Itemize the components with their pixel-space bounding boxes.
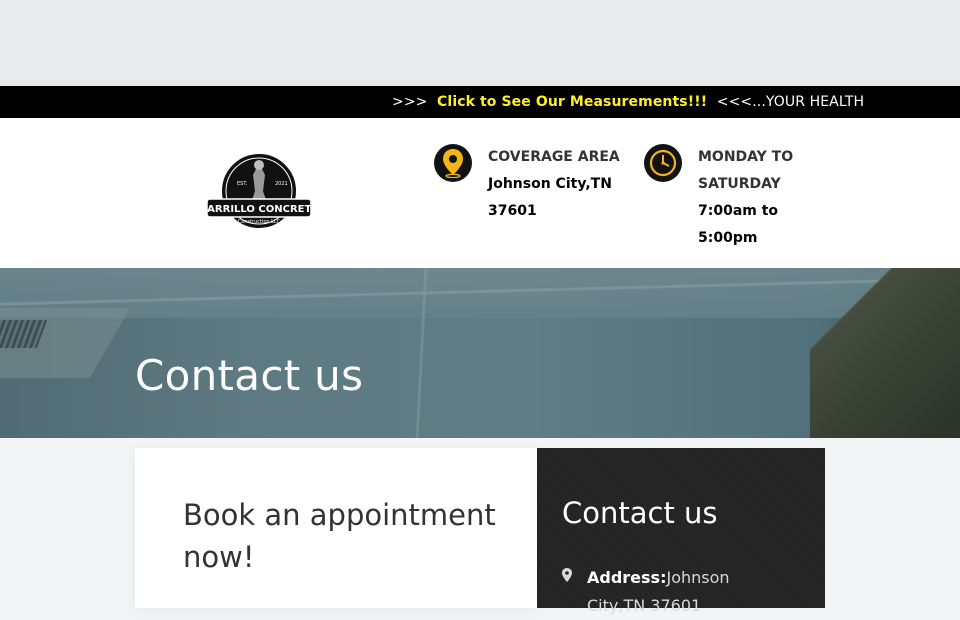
- hero-banner: Contact us: [0, 268, 960, 438]
- logo-est-left: EST.: [237, 181, 248, 187]
- measurements-link[interactable]: Click to See Our Measurements!!!: [437, 94, 707, 110]
- page-title: Contact us: [135, 351, 364, 401]
- location-pin-icon: [434, 144, 472, 182]
- coverage-text: COVERAGE AREA Johnson City,TN 37601: [488, 144, 628, 225]
- hours-title-1: MONDAY TO: [698, 149, 794, 165]
- logo-est-right: 2021: [275, 181, 288, 187]
- hours-close: 5:00pm: [698, 230, 758, 246]
- hours-text: MONDAY TO SATURDAY 7:00am to 5:00pm: [698, 144, 838, 252]
- hours-open: 7:00am to: [698, 203, 779, 219]
- booking-heading: Book an appointment now!: [183, 498, 496, 574]
- coverage-zip: 37601: [488, 203, 537, 219]
- announcement-ticker: >>> Click to See Our Measurements!!! <<<…: [0, 86, 960, 118]
- ticker-prefix: >>>: [392, 94, 433, 110]
- logo-sub: Construction LLC: [238, 219, 281, 225]
- ticker-suffix: <<<...YOUR HEALTH: [712, 94, 865, 110]
- logo[interactable]: EST. 2021 CARRILLO CONCRETE Construction…: [200, 151, 318, 233]
- booking-card: Book an appointment now!: [135, 448, 537, 608]
- clock-icon: [644, 144, 682, 182]
- contact-info-card: Contact us Address:Johnson City,TN 37601: [537, 448, 825, 615]
- map-marker-icon: [562, 568, 572, 582]
- top-strip: [0, 0, 960, 86]
- coverage-title: COVERAGE AREA: [488, 149, 620, 165]
- site-header: EST. 2021 CARRILLO CONCRETE Construction…: [0, 118, 960, 268]
- address-text: Address:Johnson City,TN 37601: [587, 564, 787, 620]
- logo-text: CARRILLO CONCRETE: [205, 204, 313, 215]
- hours-title-2: SATURDAY: [698, 176, 781, 192]
- contact-heading: Contact us: [562, 496, 718, 530]
- ticker-content: >>> Click to See Our Measurements!!! <<<…: [392, 86, 864, 118]
- coverage-city: Johnson City,TN: [488, 176, 612, 192]
- address-label: Address:: [587, 568, 667, 587]
